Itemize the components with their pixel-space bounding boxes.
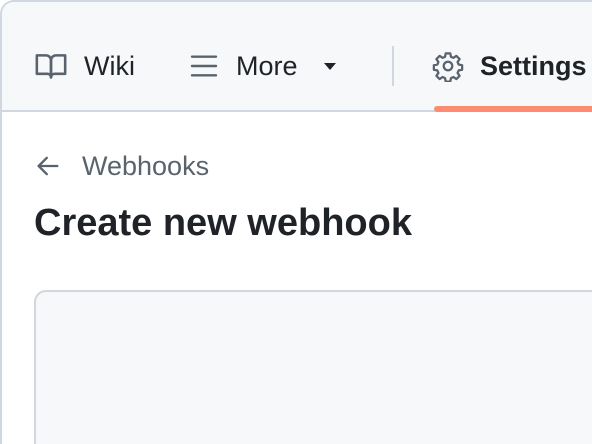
tab-wiki[interactable]: Wiki <box>34 44 135 88</box>
tab-wiki-label: Wiki <box>84 50 135 81</box>
tab-settings[interactable]: Settings <box>432 44 587 88</box>
arrow-left-icon <box>34 152 62 180</box>
active-tab-indicator <box>434 106 592 112</box>
repo-navigation: Wiki More Settings <box>2 2 592 112</box>
triangle-down-icon <box>320 56 340 76</box>
tab-settings-label: Settings <box>480 50 587 81</box>
breadcrumb-label: Webhooks <box>82 150 210 181</box>
webhook-form-panel <box>34 290 592 444</box>
book-icon <box>34 49 68 83</box>
page-title: Create new webhook <box>34 202 412 244</box>
tab-more-dropdown[interactable]: More <box>188 44 356 88</box>
tab-more-label: More <box>236 50 298 81</box>
nav-divider <box>392 46 394 86</box>
gear-icon <box>432 50 464 82</box>
back-to-webhooks-link[interactable]: Webhooks <box>34 146 209 186</box>
page-frame: Wiki More Settings Webhooks Create new w… <box>0 0 592 444</box>
hamburger-menu-icon <box>188 50 220 82</box>
